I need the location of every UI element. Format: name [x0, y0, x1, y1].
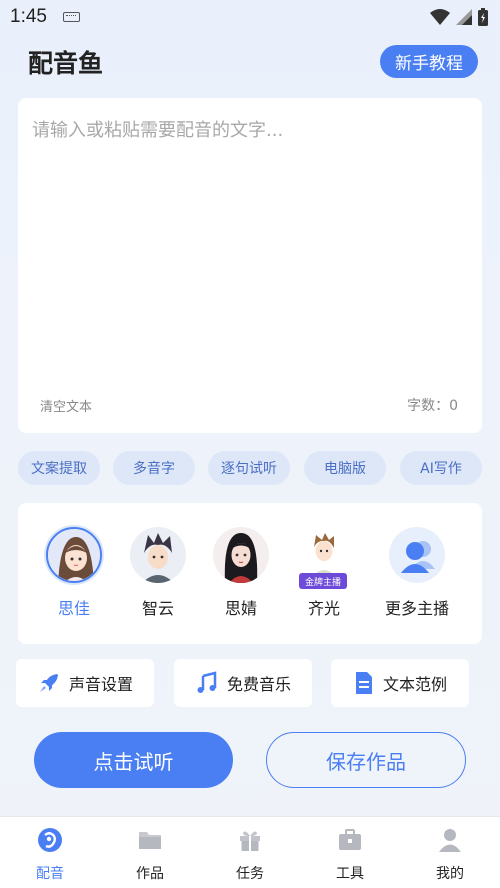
- tool-chip-text-extract[interactable]: 文案提取: [18, 451, 100, 485]
- battery-icon: [478, 8, 488, 26]
- cellular-signal-icon: [456, 9, 472, 25]
- voice-name: 思婧: [224, 599, 257, 618]
- voice-name: 思佳: [57, 599, 90, 618]
- nav-label: 配音: [36, 866, 64, 882]
- app-title: 配音鱼: [28, 49, 104, 78]
- keyboard-icon: [63, 12, 80, 22]
- save-work-button[interactable]: 保存作品: [266, 732, 466, 788]
- voice-zhiyun[interactable]: 智云: [118, 527, 198, 619]
- voice-more[interactable]: 更多主播: [372, 527, 462, 619]
- status-time: 1:45: [10, 6, 47, 27]
- free-music-button[interactable]: 免费音乐: [174, 659, 312, 707]
- profile-icon: [439, 829, 461, 852]
- feature-label: 文本范例: [382, 675, 447, 694]
- document-icon: [355, 672, 372, 694]
- nav-tab-works[interactable]: 作品: [120, 827, 180, 883]
- text-examples-button[interactable]: 文本范例: [331, 659, 469, 707]
- gold-host-badge: 金牌主播: [299, 573, 347, 589]
- feature-label: 声音设置: [68, 675, 133, 694]
- toolbox-icon: [339, 829, 361, 850]
- text-editor-card: 清空文本 字数：0: [18, 98, 482, 433]
- feature-label: 免费音乐: [226, 675, 291, 694]
- nav-label: 工具: [336, 866, 364, 882]
- voice-name: 智云: [141, 599, 174, 618]
- voice-qiguang[interactable]: 金牌主播 齐光: [284, 527, 364, 619]
- bottom-nav: 配音 作品 任务 工具 我的: [0, 816, 500, 888]
- more-hosts-icon: [389, 527, 445, 583]
- nav-tab-dub[interactable]: 配音: [20, 827, 80, 883]
- nav-label: 我的: [436, 866, 464, 882]
- voice-name: 齐光: [307, 599, 340, 618]
- wifi-icon: [430, 9, 450, 25]
- nav-tab-mine[interactable]: 我的: [420, 827, 480, 883]
- nav-label: 任务: [236, 866, 264, 882]
- rocket-icon: [39, 674, 58, 692]
- nav-label: 作品: [136, 866, 164, 882]
- voice-avatar-sijing: [213, 527, 269, 583]
- nav-tab-tasks[interactable]: 任务: [220, 827, 280, 883]
- voice-name: 更多主播: [384, 599, 449, 618]
- tool-chip-sentence-preview[interactable]: 逐句试听: [208, 451, 290, 485]
- voice-settings-button[interactable]: 声音设置: [16, 659, 154, 707]
- clear-text-button[interactable]: 清空文本: [40, 396, 92, 415]
- voice-sijing[interactable]: 思婧: [201, 527, 281, 619]
- tool-chip-desktop-version[interactable]: 电脑版: [304, 451, 386, 485]
- voice-sijia[interactable]: 思佳: [34, 527, 114, 619]
- voice-avatar-zhiyun: [130, 527, 186, 583]
- nav-tab-tools[interactable]: 工具: [320, 827, 380, 883]
- voice-selection-card: 思佳 智云 思婧 金牌主播 齐光 更多主播: [18, 503, 482, 644]
- music-note-icon: [197, 671, 217, 693]
- status-bar: 1:45: [0, 0, 500, 34]
- gift-icon: [240, 831, 260, 851]
- dubbing-text-input[interactable]: [32, 116, 468, 386]
- tool-chip-polyphone[interactable]: 多音字: [113, 451, 195, 485]
- char-count: 字数：0: [407, 398, 458, 414]
- dub-icon: [38, 828, 62, 852]
- tutorial-button[interactable]: 新手教程: [380, 45, 478, 78]
- folder-icon: [139, 832, 161, 849]
- preview-listen-button[interactable]: 点击试听: [34, 732, 233, 788]
- tool-chip-ai-writing[interactable]: AI写作: [400, 451, 482, 485]
- voice-avatar-sijia: [46, 527, 102, 583]
